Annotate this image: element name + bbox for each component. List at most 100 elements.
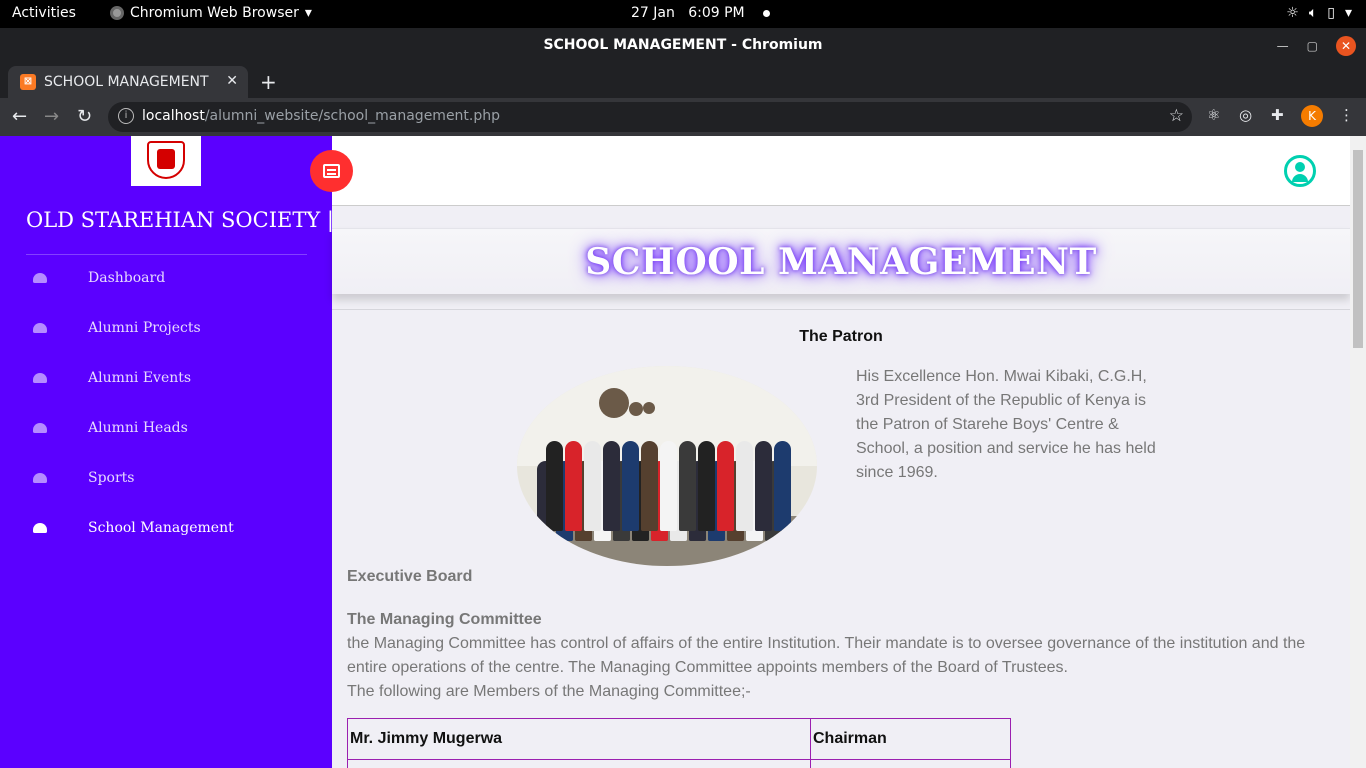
page-title: SCHOOL MANAGEMENT	[585, 241, 1097, 283]
app-menu[interactable]: Chromium Web Browser ▾	[110, 5, 312, 21]
recording-indicator-icon	[763, 9, 771, 17]
new-tab-button[interactable]: +	[260, 70, 277, 94]
window-controls: — ▢ ✕	[1277, 36, 1356, 56]
executive-board-heading: Executive Board	[347, 568, 473, 585]
photo-crowd	[537, 431, 797, 541]
dashboard-gauge-icon	[33, 423, 47, 433]
table-row: Mr. Jimmy Mugerwa Chairman	[347, 718, 1011, 760]
photo-person	[679, 441, 696, 531]
photo-person	[546, 441, 563, 531]
site-info-icon[interactable]: i	[118, 108, 134, 124]
caret-down-icon: ▾	[1344, 5, 1352, 21]
dashboard-gauge-icon	[33, 273, 47, 283]
photo-person	[584, 441, 601, 531]
member-role	[810, 759, 1011, 768]
url-text[interactable]: localhost/alumni_website/school_manageme…	[142, 108, 500, 124]
table-row	[347, 759, 1011, 768]
reload-icon[interactable]: ↻	[77, 106, 92, 127]
tab-strip: ⊠ SCHOOL MANAGEMENT ✕ +	[0, 64, 1366, 98]
school-logo[interactable]	[131, 136, 201, 186]
extension-target-icon[interactable]: ◎	[1239, 106, 1252, 124]
patron-description: His Excellence Hon. Mwai Kibaki, C.G.H, …	[856, 368, 1156, 481]
forward-arrow-icon[interactable]: →	[44, 106, 59, 127]
browser-toolbar: ← → ↻ i localhost/alumni_website/school_…	[0, 98, 1366, 136]
back-arrow-icon[interactable]: ←	[12, 106, 27, 127]
react-devtools-icon[interactable]: ⚛	[1207, 106, 1220, 124]
clock[interactable]: 27 Jan 6:09 PM	[631, 5, 771, 21]
sidebar-brand[interactable]: OLD STAREHIAN SOCIETY |	[26, 208, 334, 232]
close-window-button[interactable]: ✕	[1336, 36, 1356, 56]
title-band: SCHOOL MANAGEMENT	[332, 228, 1350, 294]
sidebar-item-alumni-projects[interactable]: Alumni Projects	[0, 310, 332, 350]
crest-shield-icon	[147, 141, 185, 179]
dashboard-gauge-icon	[33, 323, 47, 333]
managing-committee-text: the Managing Committee has control of af…	[347, 635, 1306, 676]
menu-toggle-icon	[323, 164, 340, 178]
photo-person	[660, 441, 677, 531]
sidebar-item-label: Alumni Projects	[88, 320, 201, 336]
xampp-favicon-icon: ⊠	[20, 74, 36, 90]
sidebar-item-dashboard[interactable]: Dashboard	[0, 260, 332, 300]
clock-date: 27 Jan	[631, 5, 675, 21]
window-title: SCHOOL MANAGEMENT - Chromium	[543, 37, 823, 53]
sidebar-item-alumni-events[interactable]: Alumni Events	[0, 360, 332, 400]
maximize-icon[interactable]: ▢	[1307, 39, 1318, 53]
photo-wall-decoration	[629, 402, 643, 416]
volume-icon: 🔈︎	[1308, 5, 1318, 21]
photo-person	[622, 441, 639, 531]
sidebar-item-label: Sports	[88, 470, 135, 486]
scrollbar-thumb[interactable]	[1353, 150, 1363, 348]
system-tray[interactable]: ☼ 🔈︎ ▯ ▾	[1286, 5, 1352, 21]
sidebar-item-label: Alumni Heads	[88, 420, 188, 436]
managing-committee-heading: The Managing Committee	[347, 611, 542, 628]
app-menu-label: Chromium Web Browser	[130, 5, 299, 21]
sidebar-item-school-management[interactable]: School Management	[0, 510, 332, 550]
photo-person	[603, 441, 620, 531]
sidebar-item-label: Dashboard	[88, 270, 166, 286]
photo-wall-decoration	[643, 402, 655, 414]
url-path: /alumni_website/school_management.php	[204, 108, 501, 124]
photo-wall-decoration	[599, 388, 629, 418]
sidebar-toggle-button[interactable]	[310, 150, 353, 192]
photo-person	[736, 441, 753, 531]
main-content: SCHOOL MANAGEMENT The Patron His Excelle…	[332, 136, 1350, 768]
caret-down-icon: ▾	[304, 5, 312, 21]
page-viewport: OLD STAREHIAN SOCIETY | Dashboard Alumni…	[0, 136, 1366, 768]
managing-committee-intro: The following are Members of the Managin…	[347, 683, 751, 700]
dashboard-gauge-icon	[33, 523, 47, 533]
sidebar-divider	[26, 254, 307, 255]
dashboard-gauge-icon	[33, 473, 47, 483]
bookmark-star-icon[interactable]: ☆	[1169, 106, 1184, 126]
brightness-icon: ☼	[1286, 5, 1299, 21]
os-top-bar: Activities Chromium Web Browser ▾ 27 Jan…	[0, 0, 1366, 28]
clock-time: 6:09 PM	[688, 5, 745, 21]
close-tab-icon[interactable]: ✕	[226, 73, 238, 89]
member-name	[347, 759, 811, 768]
member-name: Mr. Jimmy Mugerwa	[347, 718, 811, 760]
title-divider	[332, 309, 1350, 310]
page-scrollbar[interactable]	[1350, 136, 1366, 768]
tab-title: SCHOOL MANAGEMENT	[44, 74, 209, 90]
managing-committee-section: The Managing Committee the Managing Comm…	[347, 608, 1337, 704]
activities-button[interactable]: Activities	[12, 5, 76, 21]
sidebar-item-alumni-heads[interactable]: Alumni Heads	[0, 410, 332, 450]
tab-school-management[interactable]: ⊠ SCHOOL MANAGEMENT ✕	[8, 66, 248, 98]
chromium-icon	[110, 6, 124, 20]
more-menu-icon[interactable]: ⋮	[1339, 106, 1354, 124]
user-account-icon[interactable]	[1284, 155, 1316, 187]
url-host: localhost	[142, 108, 205, 124]
patron-heading: The Patron	[799, 328, 883, 345]
photo-person	[565, 441, 582, 531]
address-bar[interactable]: i localhost/alumni_website/school_manage…	[108, 102, 1192, 132]
sidebar-item-label: Alumni Events	[88, 370, 192, 386]
window-title-bar: SCHOOL MANAGEMENT - Chromium — ▢ ✕	[0, 28, 1366, 64]
committee-members-table: Mr. Jimmy Mugerwa Chairman	[347, 718, 1011, 768]
photo-person	[774, 441, 791, 531]
minimize-icon[interactable]: —	[1277, 39, 1289, 53]
sidebar-item-sports[interactable]: Sports	[0, 460, 332, 500]
member-role: Chairman	[810, 718, 1011, 760]
photo-person	[755, 441, 772, 531]
photo-person	[641, 441, 658, 531]
profile-avatar[interactable]: K	[1301, 105, 1323, 127]
extensions-puzzle-icon[interactable]: ✚	[1271, 106, 1284, 124]
